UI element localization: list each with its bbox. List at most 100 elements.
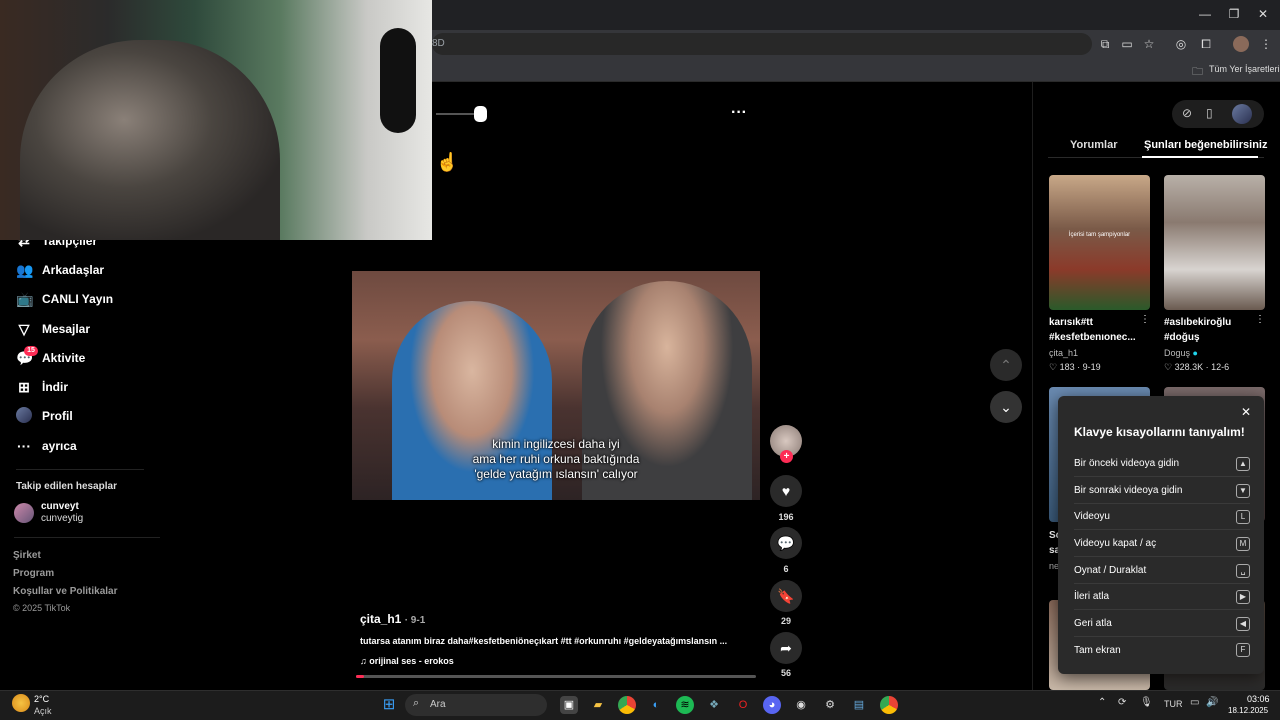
chrome-icon[interactable]: [618, 696, 636, 714]
windows-start-icon[interactable]: ⊞: [380, 696, 398, 714]
url-field[interactable]: 8D: [432, 33, 1092, 55]
footer-company-link[interactable]: Şirket: [13, 550, 41, 561]
spotify-icon[interactable]: ≋: [676, 696, 694, 714]
next-video-button[interactable]: ⌄: [990, 391, 1022, 423]
extension-icon[interactable]: ◎: [1172, 35, 1190, 53]
tab-comments[interactable]: Yorumlar: [1070, 139, 1117, 151]
shortcut-label: Videoyu kapat / aç: [1074, 538, 1157, 549]
notepad-icon[interactable]: ▤: [850, 696, 868, 714]
browser-profile-avatar[interactable]: [1233, 36, 1249, 52]
sidebar-item-profile[interactable]: Profil: [16, 405, 73, 427]
sidebar-item-friends[interactable]: 👥 Arkadaşlar: [16, 259, 104, 281]
card-date: 9-19: [1082, 362, 1101, 372]
comment-count: 6: [783, 564, 789, 574]
shortcut-row: Oynat / Duraklat ␣: [1074, 558, 1250, 584]
sidebar-item-download[interactable]: ⊞ İndir: [16, 376, 68, 398]
tray-chevron-icon[interactable]: ⌃: [1098, 697, 1106, 708]
app-icon[interactable]: ❖: [705, 696, 723, 714]
card-more-icon[interactable]: ⋮: [1140, 314, 1150, 325]
footer-terms-link[interactable]: Koşullar ve Politikalar: [13, 586, 118, 597]
copyright: © 2025 TikTok: [13, 603, 71, 613]
video-music[interactable]: ♫ orijinal ses - erokos: [360, 656, 454, 666]
clock-date[interactable]: 18.12.2025: [1228, 706, 1268, 715]
friends-icon: 👥: [16, 261, 34, 278]
streamer-figure: [20, 40, 280, 240]
follow-plus-icon[interactable]: +: [780, 450, 793, 463]
view-toggle-group: ⊘ ▯: [1172, 100, 1264, 128]
tab-recommendations[interactable]: Şunları beğenebilirsiniz: [1144, 139, 1267, 151]
language-indicator[interactable]: TUR: [1164, 699, 1183, 709]
card-author[interactable]: çita_h1: [1049, 348, 1078, 358]
caption-line: kimin ingilizcesi daha iyi: [492, 437, 620, 451]
close-window-icon[interactable]: ✕: [1254, 5, 1272, 23]
all-bookmarks-link[interactable]: Tüm Yer İşaretleri: [1209, 64, 1280, 74]
video-player[interactable]: kimin ingilizcesi daha iyi ama her ruhi …: [352, 271, 760, 500]
mic-icon[interactable]: 🎙: [1140, 697, 1153, 708]
sidebar-item-more[interactable]: ··· ayrıca: [16, 435, 77, 457]
verified-icon: ●: [1192, 348, 1198, 358]
video-progress-track[interactable]: [356, 675, 756, 678]
weather-desc: Açık: [34, 706, 52, 716]
shortcut-row: Videoyu L: [1074, 504, 1250, 530]
opera-icon[interactable]: O: [734, 696, 752, 714]
card-author[interactable]: Doguş ●: [1164, 348, 1198, 358]
avatar[interactable]: [1232, 104, 1252, 124]
shortcut-label: Tam ekran: [1074, 644, 1121, 656]
like-button[interactable]: ♥: [770, 475, 802, 507]
save-button[interactable]: 🔖: [770, 580, 802, 612]
video-card-thumbnail[interactable]: İçerisi tam şampiyonlar: [1049, 175, 1150, 310]
phone-icon[interactable]: ▯: [1206, 106, 1213, 120]
card-title[interactable]: #aslıbekiroğlu: [1164, 315, 1231, 330]
sidebar-item-live[interactable]: 📺 CANLI Yayın: [16, 288, 113, 310]
close-icon[interactable]: ✕: [1241, 405, 1251, 419]
share-button[interactable]: ➦: [770, 632, 802, 664]
clock-time[interactable]: 03:06: [1247, 694, 1270, 704]
task-view-icon[interactable]: ▣: [560, 696, 578, 714]
card-title[interactable]: karısık#tt: [1049, 315, 1093, 330]
minimize-icon[interactable]: —: [1196, 5, 1214, 23]
video-author[interactable]: çita_h1 · 9-1: [360, 612, 425, 626]
volume-icon[interactable]: 🔊: [1206, 697, 1218, 708]
live-icon: 📺: [16, 290, 34, 307]
sidebar-item-messages[interactable]: ▽ Mesajlar: [16, 318, 90, 340]
volume-slider-handle[interactable]: [474, 106, 487, 122]
previous-video-button[interactable]: ⌃: [990, 349, 1022, 381]
cast-icon[interactable]: ▭: [1118, 35, 1136, 53]
heart-icon: ♥: [781, 483, 791, 499]
bookmark-star-icon[interactable]: ☆: [1140, 35, 1158, 53]
weather-icon[interactable]: [12, 694, 30, 712]
shortcut-label: Oynat / Duraklat: [1074, 565, 1147, 576]
puzzle-icon[interactable]: ⧠: [1197, 35, 1215, 53]
taskbar-search[interactable]: ⌕ Ara: [405, 694, 547, 716]
comment-button[interactable]: 💬: [770, 527, 802, 559]
edge-icon[interactable]: ◐: [647, 696, 665, 714]
share-count: 56: [780, 668, 791, 678]
translate-icon[interactable]: ⧉: [1096, 35, 1114, 53]
browser-menu-icon[interactable]: ⋮: [1257, 35, 1275, 53]
network-icon[interactable]: ▭: [1190, 697, 1199, 708]
sidebar-item-label: Mesajlar: [42, 322, 91, 336]
footer-program-link[interactable]: Program: [13, 568, 54, 579]
more-options-icon[interactable]: ···: [731, 104, 747, 122]
card-more-icon[interactable]: ⋮: [1255, 314, 1265, 325]
divider: [16, 469, 144, 470]
tray-app-icon[interactable]: ⟳: [1118, 697, 1126, 708]
shortcut-label: Geri atla: [1074, 618, 1112, 629]
card-title[interactable]: #kesfetbenıonec...: [1049, 330, 1136, 345]
file-explorer-icon[interactable]: ▰: [589, 696, 607, 714]
chrome-active-icon[interactable]: [880, 696, 898, 714]
discord-icon[interactable]: ◕: [763, 696, 781, 714]
following-account[interactable]: cunveyt cunveytig: [14, 500, 164, 526]
shortcut-label: İleri atla: [1074, 591, 1110, 602]
comment-icon: 💬: [777, 534, 795, 551]
obs-icon[interactable]: ◉: [792, 696, 810, 714]
video-card-thumbnail[interactable]: [1164, 175, 1265, 310]
compass-icon[interactable]: ⊘: [1182, 106, 1192, 120]
shortcut-row: Geri atla ◀: [1074, 611, 1250, 637]
divider: [14, 537, 160, 538]
card-title[interactable]: #doğuş: [1164, 330, 1200, 345]
card-date: 12-6: [1211, 362, 1230, 372]
steam-icon[interactable]: ⚙: [821, 696, 839, 714]
sidebar-item-label: Aktivite: [42, 351, 86, 365]
restore-icon[interactable]: ❐: [1225, 5, 1243, 23]
